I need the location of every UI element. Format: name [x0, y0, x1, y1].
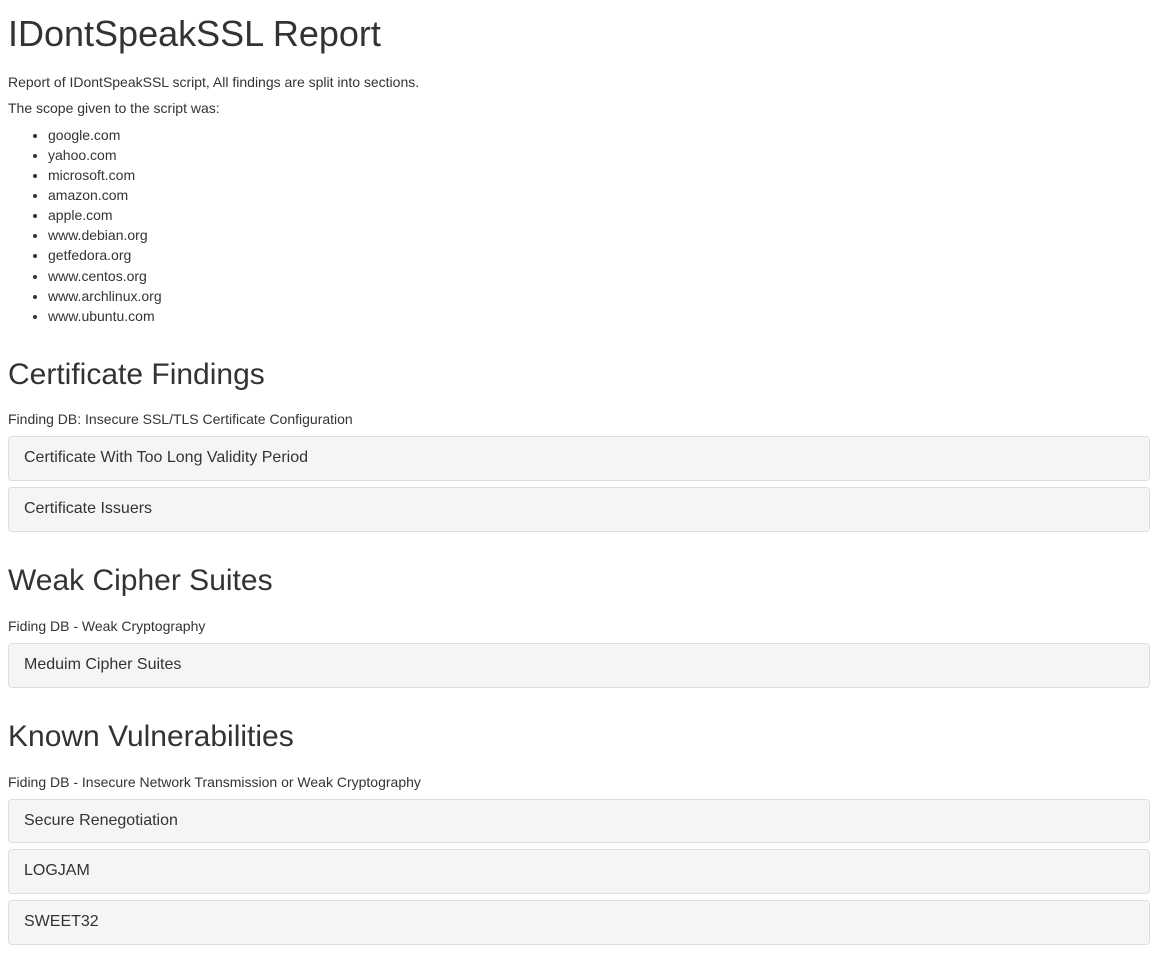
section-subtitle-certificate-findings: Finding DB: Insecure SSL/TLS Certificate…: [8, 410, 1150, 430]
intro-line-1: Report of IDontSpeakSSL script, All find…: [8, 73, 1150, 93]
panel-medium-cipher-suites: Meduim Cipher Suites: [8, 643, 1150, 688]
scope-item: apple.com: [48, 205, 1150, 225]
scope-item: microsoft.com: [48, 165, 1150, 185]
panel-logjam: LOGJAM: [8, 849, 1150, 894]
panel-header-secure-renegotiation[interactable]: Secure Renegotiation: [9, 800, 1149, 843]
scope-item: yahoo.com: [48, 145, 1150, 165]
intro-block: Report of IDontSpeakSSL script, All find…: [8, 73, 1150, 325]
section-title-weak-cipher-suites: Weak Cipher Suites: [8, 560, 1150, 603]
scope-item: www.archlinux.org: [48, 286, 1150, 306]
section-subtitle-weak-cipher-suites: Fiding DB - Weak Cryptography: [8, 617, 1150, 637]
panel-header-medium-cipher-suites[interactable]: Meduim Cipher Suites: [9, 644, 1149, 687]
section-title-known-vulnerabilities: Known Vulnerabilities: [8, 716, 1150, 759]
panel-header-certificate-long-validity[interactable]: Certificate With Too Long Validity Perio…: [9, 437, 1149, 480]
panel-certificate-issuers: Certificate Issuers: [8, 487, 1150, 532]
page-title: IDontSpeakSSL Report: [8, 8, 1150, 59]
intro-line-2: The scope given to the script was:: [8, 99, 1150, 119]
scope-item: www.centos.org: [48, 266, 1150, 286]
scope-item: www.ubuntu.com: [48, 306, 1150, 326]
panel-header-sweet32[interactable]: SWEET32: [9, 901, 1149, 944]
section-title-certificate-findings: Certificate Findings: [8, 354, 1150, 397]
panel-certificate-long-validity: Certificate With Too Long Validity Perio…: [8, 436, 1150, 481]
report-document: IDontSpeakSSL Report Report of IDontSpea…: [0, 8, 1158, 959]
scope-item: getfedora.org: [48, 245, 1150, 265]
section-subtitle-known-vulnerabilities: Fiding DB - Insecure Network Transmissio…: [8, 773, 1150, 793]
scope-item: amazon.com: [48, 185, 1150, 205]
scope-list: google.com yahoo.com microsoft.com amazo…: [8, 125, 1150, 325]
scope-item: www.debian.org: [48, 225, 1150, 245]
scope-item: google.com: [48, 125, 1150, 145]
panel-sweet32: SWEET32: [8, 900, 1150, 945]
panel-header-logjam[interactable]: LOGJAM: [9, 850, 1149, 893]
panel-header-certificate-issuers[interactable]: Certificate Issuers: [9, 488, 1149, 531]
